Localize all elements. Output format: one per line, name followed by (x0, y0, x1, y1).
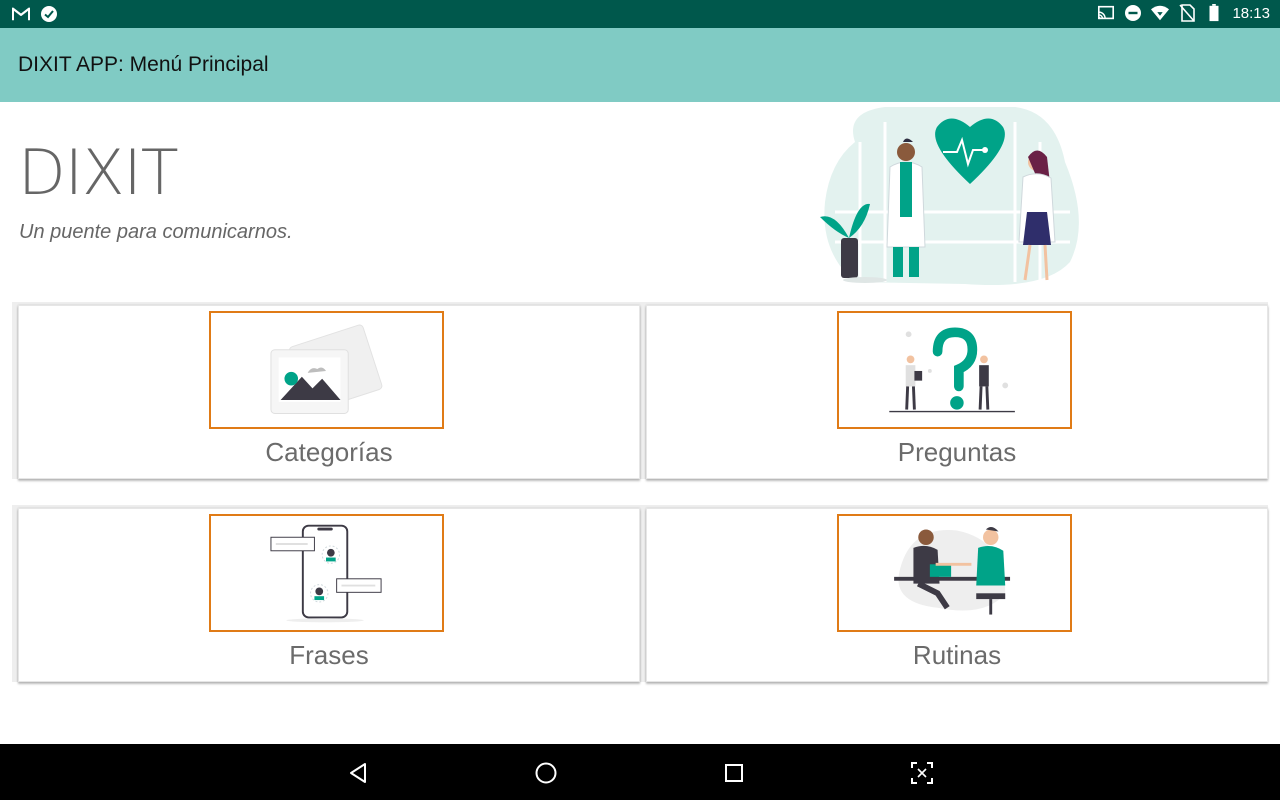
menu-card-preguntas[interactable]: Preguntas (646, 305, 1268, 479)
status-time: 18:13 (1232, 4, 1270, 22)
check-circle-icon (41, 6, 57, 22)
preguntas-thumbnail (837, 311, 1072, 429)
gallery-illustration-icon (270, 324, 383, 414)
battery-icon (1209, 4, 1219, 22)
menu-card-categorias[interactable]: Categorías (18, 305, 640, 479)
gmail-icon (12, 7, 30, 21)
do-not-disturb-icon (1125, 5, 1142, 21)
frases-thumbnail (209, 514, 444, 632)
menu-card-label: Categorías (265, 437, 393, 467)
no-sim-icon (1179, 4, 1196, 22)
app-title: DIXIT APP: Menú Principal (18, 53, 269, 76)
categorias-thumbnail (209, 311, 444, 429)
menu-card-label: Frases (289, 640, 369, 670)
menu-card-label: Rutinas (912, 640, 1002, 670)
menu-card-frases[interactable]: Frases (18, 508, 640, 682)
back-icon[interactable] (345, 760, 371, 786)
screenshot-icon[interactable] (909, 760, 935, 786)
app-bar: DIXIT APP: Menú Principal (0, 28, 1280, 102)
rutinas-thumbnail (837, 514, 1072, 632)
cast-icon (1098, 5, 1115, 20)
recents-icon[interactable] (721, 760, 747, 786)
handshake-illustration-icon (894, 527, 1011, 615)
home-icon[interactable] (533, 760, 559, 786)
wifi-icon (1151, 5, 1170, 21)
menu-card-label: Preguntas (897, 437, 1017, 467)
brand-title: DIXIT (18, 136, 179, 209)
menu-card-rutinas[interactable]: Rutinas (646, 508, 1268, 682)
tagline: Un puente para comunicarnos. (19, 221, 293, 243)
system-nav-bar (0, 744, 1280, 800)
chat-phone-illustration-icon (270, 524, 382, 623)
status-bar: 18:13 (0, 0, 1280, 28)
doctors-illustration (820, 107, 1079, 286)
question-illustration-icon (889, 327, 1015, 413)
